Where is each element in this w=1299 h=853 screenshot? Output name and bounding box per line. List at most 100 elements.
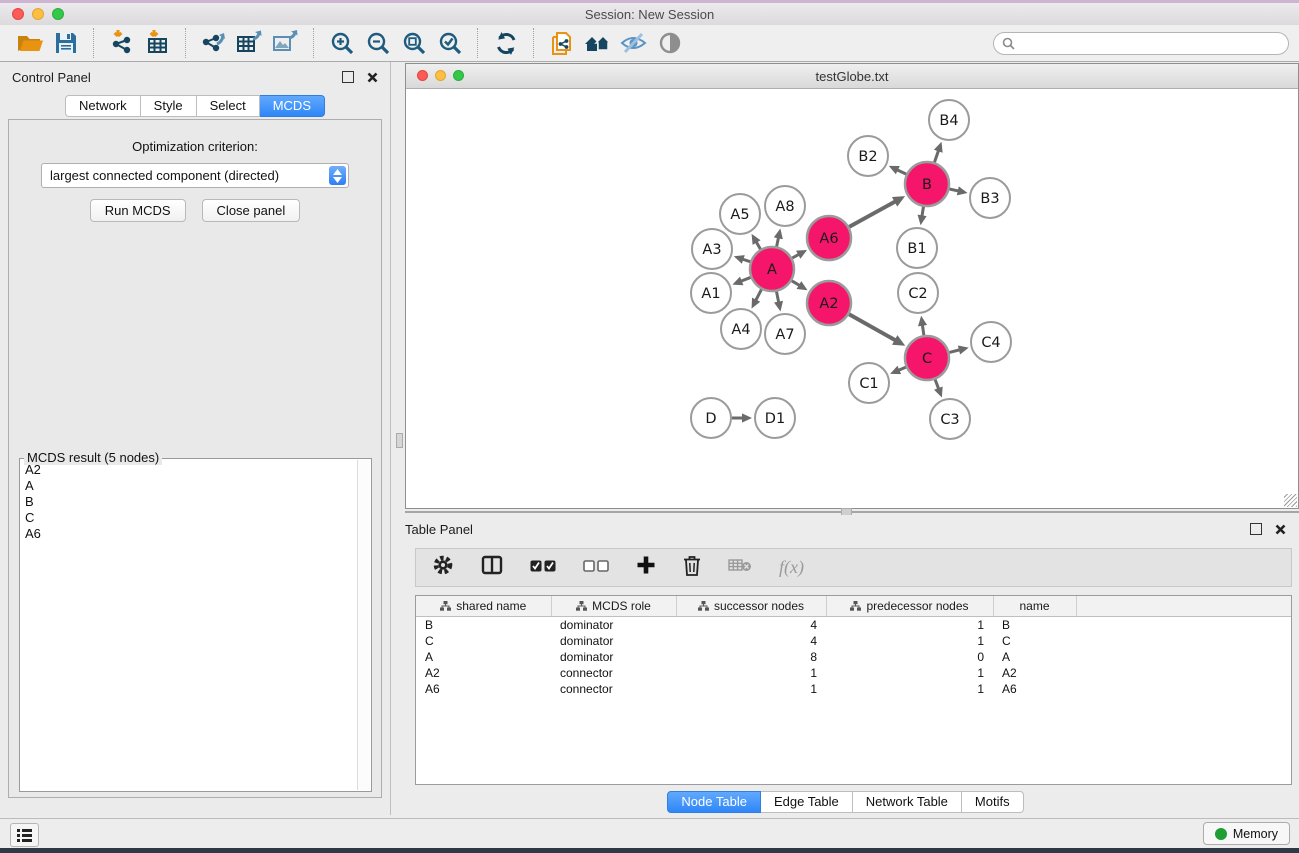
table-row[interactable]: A2connector11A2	[416, 665, 1291, 681]
table-row[interactable]: Bdominator41B	[416, 617, 1291, 634]
zoom-fit-button[interactable]	[396, 27, 432, 59]
tab-mcds[interactable]: MCDS	[260, 95, 325, 117]
table-cell[interactable]: A2	[416, 665, 551, 681]
table-cell[interactable]: dominator	[551, 649, 676, 665]
table-cell[interactable]: dominator	[551, 633, 676, 649]
table-cell[interactable]: 1	[826, 617, 993, 634]
minimize-window-button[interactable]	[32, 8, 44, 20]
add-column-button[interactable]	[636, 555, 656, 580]
close-panel-button[interactable]: Close panel	[202, 199, 301, 222]
result-item[interactable]: A2	[25, 462, 357, 478]
table-tab-node-table[interactable]: Node Table	[667, 791, 761, 813]
table-settings-button[interactable]	[432, 554, 454, 581]
mcds-result-list[interactable]: A2ABCA6	[21, 462, 357, 790]
close-panel-icon[interactable]	[367, 72, 378, 83]
table-cell[interactable]: 4	[676, 617, 826, 634]
table-cell[interactable]: A6	[993, 681, 1076, 697]
zoom-network-button[interactable]	[453, 70, 464, 81]
table-cell[interactable]: 4	[676, 633, 826, 649]
apply-layout-button[interactable]	[488, 27, 524, 59]
table-cell[interactable]: B	[416, 617, 551, 634]
graph-node-A5[interactable]: A5	[720, 194, 760, 234]
table-cell[interactable]: 8	[676, 649, 826, 665]
close-window-button[interactable]	[12, 8, 24, 20]
table-row[interactable]: A6connector11A6	[416, 681, 1291, 697]
graph-node-A[interactable]: A	[750, 247, 794, 291]
table-cell[interactable]: A2	[993, 665, 1076, 681]
table-cell[interactable]: 1	[826, 681, 993, 697]
graph-node-B[interactable]: B	[905, 162, 949, 206]
graph-node-C4[interactable]: C4	[971, 322, 1011, 362]
table-cell[interactable]: B	[993, 617, 1076, 634]
table-cell[interactable]: connector	[551, 681, 676, 697]
table-cell[interactable]: 1	[676, 665, 826, 681]
table-cell[interactable]: dominator	[551, 617, 676, 634]
export-image-button[interactable]	[268, 27, 304, 59]
export-network-button[interactable]	[196, 27, 232, 59]
tab-style[interactable]: Style	[141, 95, 197, 117]
table-cell[interactable]: C	[416, 633, 551, 649]
graph-node-A3[interactable]: A3	[692, 229, 732, 269]
column-header[interactable]: MCDS role	[551, 596, 676, 617]
search-input[interactable]	[1020, 35, 1280, 51]
horizontal-splitter[interactable]	[405, 511, 1299, 513]
result-item[interactable]: B	[25, 494, 357, 510]
close-network-button[interactable]	[417, 70, 428, 81]
table-row[interactable]: Adominator80A	[416, 649, 1291, 665]
result-item[interactable]: A	[25, 478, 357, 494]
float-panel-icon[interactable]	[342, 71, 354, 83]
graph-node-C[interactable]: C	[905, 336, 949, 380]
graph-node-D[interactable]: D	[691, 398, 731, 438]
table-cell[interactable]: 0	[826, 649, 993, 665]
close-table-panel-icon[interactable]	[1275, 524, 1286, 535]
import-table-button[interactable]	[140, 27, 176, 59]
graph-node-A8[interactable]: A8	[765, 186, 805, 226]
delete-column-button[interactable]	[683, 555, 701, 581]
graph-node-A7[interactable]: A7	[765, 314, 805, 354]
table-cell[interactable]: C	[993, 633, 1076, 649]
result-scrollbar[interactable]	[357, 460, 370, 790]
graph-node-B1[interactable]: B1	[897, 228, 937, 268]
zoom-out-button[interactable]	[360, 27, 396, 59]
table-tab-edge-table[interactable]: Edge Table	[761, 791, 853, 813]
graph-node-D1[interactable]: D1	[755, 398, 795, 438]
table-cell[interactable]: 1	[676, 681, 826, 697]
show-hidden-button[interactable]	[652, 27, 688, 59]
function-builder-button[interactable]: f(x)	[779, 557, 804, 578]
minimize-network-button[interactable]	[435, 70, 446, 81]
zoom-in-button[interactable]	[324, 27, 360, 59]
column-header[interactable]: name	[993, 596, 1076, 617]
result-item[interactable]: A6	[25, 526, 357, 542]
criterion-dropdown[interactable]: largest connected component (directed)	[41, 163, 349, 188]
import-network-button[interactable]	[104, 27, 140, 59]
table-cell[interactable]: A	[993, 649, 1076, 665]
task-history-button[interactable]	[10, 823, 39, 847]
table-tab-network-table[interactable]: Network Table	[853, 791, 962, 813]
graph-node-B4[interactable]: B4	[929, 100, 969, 140]
column-header[interactable]: predecessor nodes	[826, 596, 993, 617]
open-session-button[interactable]	[12, 27, 48, 59]
zoom-selected-button[interactable]	[432, 27, 468, 59]
export-table-button[interactable]	[232, 27, 268, 59]
column-header[interactable]: successor nodes	[676, 596, 826, 617]
hide-selected-button[interactable]	[616, 27, 652, 59]
graph-node-C2[interactable]: C2	[898, 273, 938, 313]
tab-network[interactable]: Network	[65, 95, 141, 117]
delete-table-button[interactable]	[728, 558, 752, 577]
table-cell[interactable]: 1	[826, 665, 993, 681]
splitter-grip[interactable]	[396, 433, 403, 448]
run-mcds-button[interactable]: Run MCDS	[90, 199, 186, 222]
memory-button[interactable]: Memory	[1203, 822, 1290, 845]
result-item[interactable]: C	[25, 510, 357, 526]
table-cell[interactable]: connector	[551, 665, 676, 681]
table-cell[interactable]: A6	[416, 681, 551, 697]
resize-grip-icon[interactable]	[1284, 494, 1297, 507]
graph-node-B3[interactable]: B3	[970, 178, 1010, 218]
split-view-button[interactable]	[481, 555, 503, 580]
network-window-titlebar[interactable]: testGlobe.txt	[406, 64, 1298, 89]
float-table-panel-icon[interactable]	[1250, 523, 1262, 535]
table-cell[interactable]: A	[416, 649, 551, 665]
graph-node-C3[interactable]: C3	[930, 399, 970, 439]
graph-node-A1[interactable]: A1	[691, 273, 731, 313]
deselect-all-columns-button[interactable]	[583, 559, 609, 577]
